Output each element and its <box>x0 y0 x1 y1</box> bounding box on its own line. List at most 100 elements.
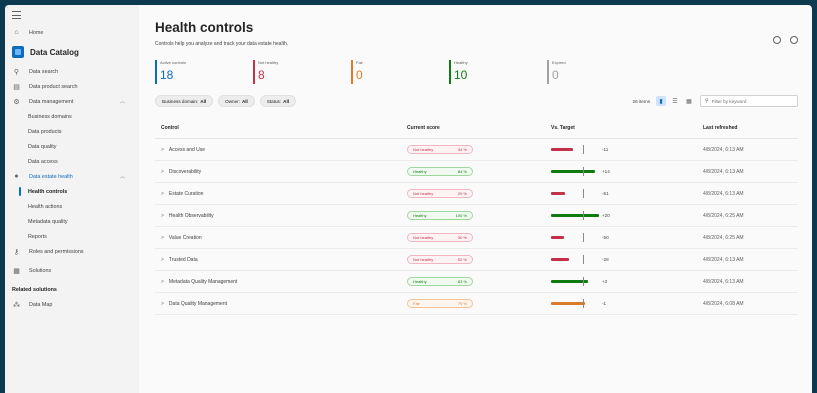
sidebar-item-health-controls[interactable]: Health controls <box>5 184 139 199</box>
control-name[interactable]: Health Observability <box>169 213 214 219</box>
table-row[interactable]: > Estate Curation Not healthy 29 % -51 4/8/20… <box>155 183 798 205</box>
stat-value: 0 <box>356 68 363 82</box>
sidebar-item-home[interactable]: ⌂ Home <box>5 25 139 40</box>
sidebar-item-label: Metadata quality <box>28 218 68 225</box>
related-solutions-heading: Related solutions <box>12 286 57 293</box>
control-cell: > Value Creation <box>155 235 407 241</box>
table-row[interactable]: > Access and Use Not healthy 34 % -11 4/8/202… <box>155 139 798 161</box>
target-marker <box>583 233 584 242</box>
target-delta: +14 <box>602 169 610 174</box>
refresh-icon[interactable] <box>790 36 798 44</box>
control-name[interactable]: Trusted Data <box>169 257 198 263</box>
target-bar <box>551 233 599 242</box>
search-input[interactable]: ⚲ Filter by keyword <box>700 95 798 107</box>
last-refreshed: 4/8/2024, 6:13 AM <box>703 190 744 197</box>
stat-active-controls[interactable]: Active controls 18 <box>155 60 253 84</box>
control-name[interactable]: Metadata Quality Management <box>169 279 237 285</box>
status-label: Healthy <box>413 279 427 284</box>
list-view-icon[interactable]: ☰ <box>670 96 680 106</box>
column-header-target[interactable]: Vs. Target <box>551 125 703 131</box>
sidebar-item-data-map[interactable]: ⁂ Data Map <box>5 297 139 312</box>
stat-expired[interactable]: Expired 0 <box>547 60 645 84</box>
data-catalog-header[interactable]: Data Catalog <box>5 42 139 62</box>
sidebar-item-data-search[interactable]: ⚲ Data search <box>5 64 139 79</box>
column-header-control[interactable]: Control <box>155 125 407 131</box>
last-refreshed: 4/8/2024, 6:25 AM <box>703 212 744 219</box>
target-marker <box>583 211 584 220</box>
header-actions <box>773 36 798 44</box>
score-cell: Fair 79 % <box>407 299 551 308</box>
control-name[interactable]: Value Creation <box>169 235 202 241</box>
chevron-right-icon[interactable]: > <box>161 169 164 175</box>
table-row[interactable]: > Health Observability Healthy 100 % +20 4/8/… <box>155 205 798 227</box>
sidebar-item-data-estate-health[interactable]: ● Data estate health ︿ <box>5 169 139 184</box>
target-bar <box>551 299 599 308</box>
chevron-right-icon[interactable]: > <box>161 191 164 197</box>
control-name[interactable]: Discoverability <box>169 169 201 175</box>
target-delta: +20 <box>602 213 610 218</box>
sidebar-item-business-domains[interactable]: Business domains <box>5 109 139 124</box>
card-view-icon[interactable]: ▮ <box>656 96 666 106</box>
sidebar-item-data-access[interactable]: Data access <box>5 154 139 169</box>
score-cell: Healthy 84 % <box>407 167 551 176</box>
table-row[interactable]: > Discoverability Healthy 84 % +14 4/8/2024, … <box>155 161 798 183</box>
chevron-right-icon[interactable]: > <box>161 147 164 153</box>
score-cell: Not healthy 30 % <box>407 233 551 242</box>
filter-business-domain[interactable]: Business domain: All <box>155 95 214 107</box>
sidebar-item-label: Data products <box>28 128 62 135</box>
last-refreshed: 4/8/2024, 6:13 AM <box>703 168 744 175</box>
sidebar-item-label: Reports <box>28 233 47 240</box>
control-name[interactable]: Data Quality Management <box>169 301 227 307</box>
chevron-right-icon[interactable]: > <box>161 257 164 263</box>
table-row[interactable]: > Data Quality Management Fair 79 % -1 4/8/20… <box>155 293 798 315</box>
table-row[interactable]: > Value Creation Not healthy 30 % -50 4/8/202… <box>155 227 798 249</box>
hamburger-menu-icon[interactable] <box>12 11 21 19</box>
sidebar-item-data-quality[interactable]: Data quality <box>5 139 139 154</box>
status-badge: Not healthy 30 % <box>407 233 473 242</box>
table-row[interactable]: > Trusted Data Not healthy 52 % -28 4/8/2024,… <box>155 249 798 271</box>
column-header-refreshed[interactable]: Last refreshed <box>703 125 798 131</box>
stat-healthy[interactable]: Healthy 10 <box>449 60 547 84</box>
sidebar-item-health-actions[interactable]: Health actions <box>5 199 139 214</box>
chevron-right-icon[interactable]: > <box>161 301 164 307</box>
column-header-score[interactable]: Current score <box>407 125 551 131</box>
filter-label: Status: <box>266 98 282 104</box>
table-row[interactable]: > Metadata Quality Management Healthy 83 % +… <box>155 271 798 293</box>
main-content: Health controls Controls help you analyz… <box>139 5 812 393</box>
sidebar-item-solutions[interactable]: ▦ Solutions <box>5 263 139 278</box>
controls-table: Control Current score Vs. Target Last re… <box>155 117 798 315</box>
score-value: 34 % <box>457 147 467 152</box>
score-value: 29 % <box>457 191 467 196</box>
chevron-right-icon[interactable]: > <box>161 235 164 241</box>
filter-owner[interactable]: Owner: All <box>218 95 255 107</box>
table-header: Control Current score Vs. Target Last re… <box>155 117 798 139</box>
target-delta: -51 <box>602 191 609 196</box>
sidebar-item-data-products[interactable]: Data products <box>5 124 139 139</box>
stat-not-healthy[interactable]: Not healthy 8 <box>253 60 351 84</box>
sidebar-item-roles-permissions[interactable]: ⚷ Roles and permissions <box>5 244 139 259</box>
target-bar-fill <box>551 170 596 173</box>
sidebar-item-metadata-quality[interactable]: Metadata quality <box>5 214 139 229</box>
page-subtitle: Controls help you analyze and track your… <box>155 41 289 47</box>
sidebar-item-reports[interactable]: Reports <box>5 229 139 244</box>
control-name[interactable]: Access and Use <box>169 147 205 153</box>
data-map-icon: ⁂ <box>13 301 20 309</box>
status-badge: Healthy 100 % <box>407 211 473 220</box>
target-bar <box>551 189 599 198</box>
grid-view-icon[interactable]: ▦ <box>684 96 694 106</box>
chevron-right-icon[interactable]: > <box>161 213 164 219</box>
help-icon[interactable] <box>773 36 781 44</box>
target-bar <box>551 211 599 220</box>
target-delta: +3 <box>602 279 608 284</box>
filter-status[interactable]: Status: All <box>259 95 297 107</box>
control-cell: > Data Quality Management <box>155 301 407 307</box>
control-name[interactable]: Estate Curation <box>169 191 203 197</box>
sidebar-item-data-management[interactable]: ⚙ Data management ︿ <box>5 94 139 109</box>
stat-label: Not healthy <box>258 60 279 65</box>
chevron-right-icon[interactable]: > <box>161 279 164 285</box>
target-bar <box>551 277 599 286</box>
sidebar-item-data-product-search[interactable]: ▤ Data product search <box>5 79 139 94</box>
stat-fair[interactable]: Fair 0 <box>351 60 449 84</box>
target-cell: -1 <box>551 299 703 308</box>
product-search-icon: ▤ <box>13 83 20 91</box>
